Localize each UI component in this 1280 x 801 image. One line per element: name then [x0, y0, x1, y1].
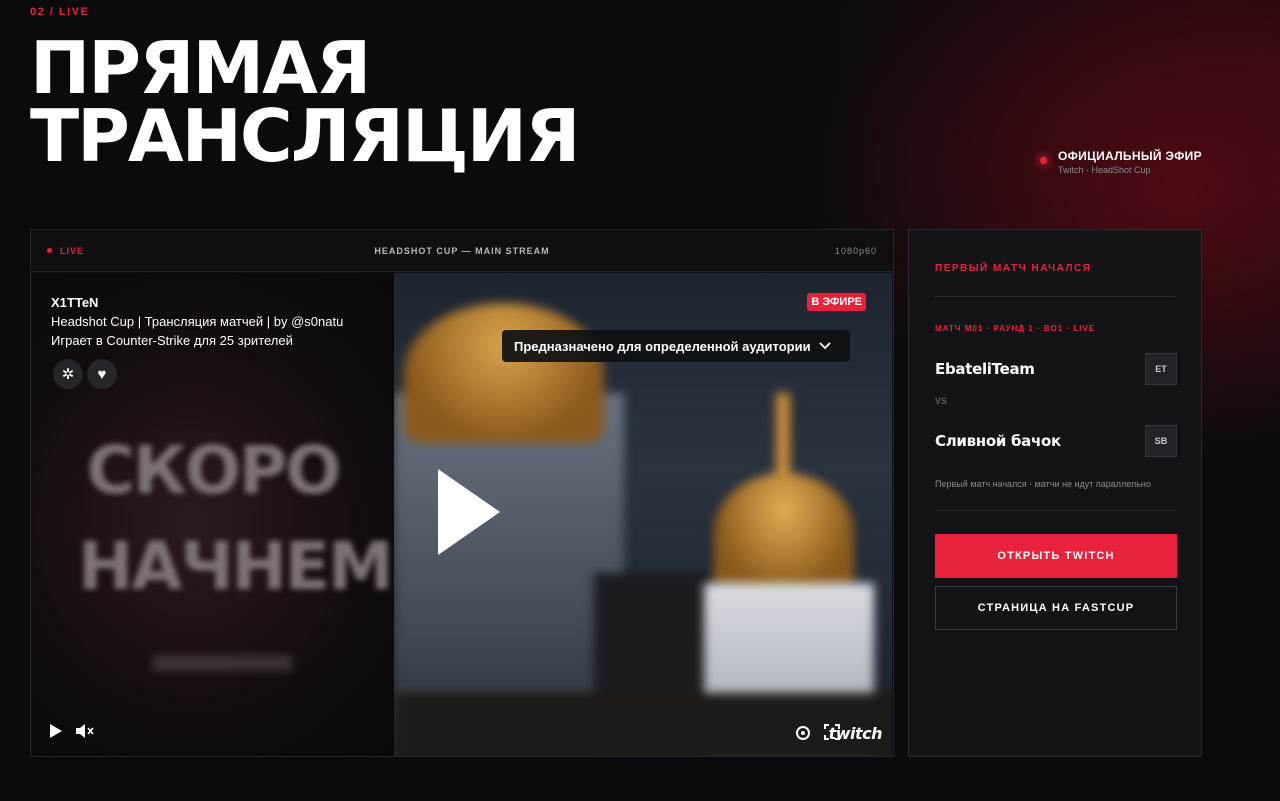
match-note: Первый матч начался · матчи не идут пара… [935, 479, 1151, 489]
chevron-down-icon [818, 342, 831, 350]
team2-badge: SB [1145, 425, 1177, 457]
on-air-badge: В ЭФИРЕ [807, 293, 866, 311]
channel-name[interactable]: X1TTeN [51, 293, 343, 312]
play-button-icon[interactable] [50, 724, 62, 738]
player-controls: twitch [32, 712, 892, 756]
video-embed[interactable]: СКОРО НАЧНЕМ X1TTeN Headshot Cup | Транс… [32, 273, 892, 756]
official-title: ОФИЦИАЛЬНЫЙ ЭФИР [1058, 149, 1202, 163]
team1-badge: ET [1145, 353, 1177, 385]
team2-name: Сливной бачок [935, 432, 1061, 450]
preview-text-line2: НАЧНЕМ [78, 528, 394, 605]
fastcup-page-button[interactable]: СТРАНИЦА НА FASTCUP [935, 586, 1177, 630]
page-title-line1: ПРЯМАЯ [30, 26, 371, 110]
stream-description: Headshot Cup | Трансляция матчей | by @s… [51, 314, 344, 329]
heart-icon[interactable]: ♥ [87, 359, 117, 389]
stream-player: LIVE HEADSHOT CUP — MAIN STREAM 1080p60 … [30, 229, 894, 757]
play-icon[interactable] [438, 469, 500, 555]
preview-text-line1: СКОРО [86, 432, 342, 509]
match-card-header: ПЕРВЫЙ МАТЧ НАЧАЛСЯ [935, 263, 1092, 274]
open-twitch-button[interactable]: ОТКРЫТЬ TWITCH [935, 534, 1177, 578]
round-info: МАТЧ M01 · РАУНД 1 · BO1 · LIVE [935, 324, 1096, 333]
vs-label: VS [935, 396, 948, 406]
stream-info: X1TTeN Headshot Cup | Трансляция матчей … [51, 293, 343, 350]
viewers-line: Играет в Counter-Strike для 25 зрителей [51, 333, 293, 348]
section-tag: 02 / LIVE [30, 6, 90, 18]
match-card: ПЕРВЫЙ МАТЧ НАЧАЛСЯ МАТЧ M01 · РАУНД 1 ·… [908, 229, 1202, 757]
image-dome [404, 303, 604, 443]
live-dot-icon [1040, 157, 1047, 164]
page-title: ПРЯМАЯ ТРАНСЛЯЦИЯ [30, 26, 580, 178]
audience-label: Предназначено для определенной аудитории [514, 338, 811, 354]
preview-text: СКОРО НАЧНЕМ [78, 423, 394, 615]
audience-dropdown[interactable]: Предназначено для определенной аудитории [502, 330, 850, 362]
official-subtitle: Twitch · HeadShot Cup [1058, 165, 1151, 175]
page-title-line2: ТРАНСЛЯЦИЯ [30, 94, 580, 178]
preview-subtitle-blur [152, 655, 292, 671]
player-header: LIVE HEADSHOT CUP — MAIN STREAM 1080p60 [31, 230, 893, 272]
twitch-logo[interactable]: twitch [829, 724, 883, 743]
divider [935, 510, 1175, 511]
channel-avatar[interactable]: ✲ [53, 359, 83, 389]
stream-title: HEADSHOT CUP — MAIN STREAM [374, 246, 550, 256]
team1-name: EbateliTeam [935, 360, 1035, 378]
resolution-label: 1080p60 [834, 246, 877, 256]
image-dome-gold [714, 473, 854, 593]
gear-icon[interactable] [794, 724, 812, 742]
divider [935, 296, 1175, 297]
mute-icon[interactable] [76, 724, 94, 738]
